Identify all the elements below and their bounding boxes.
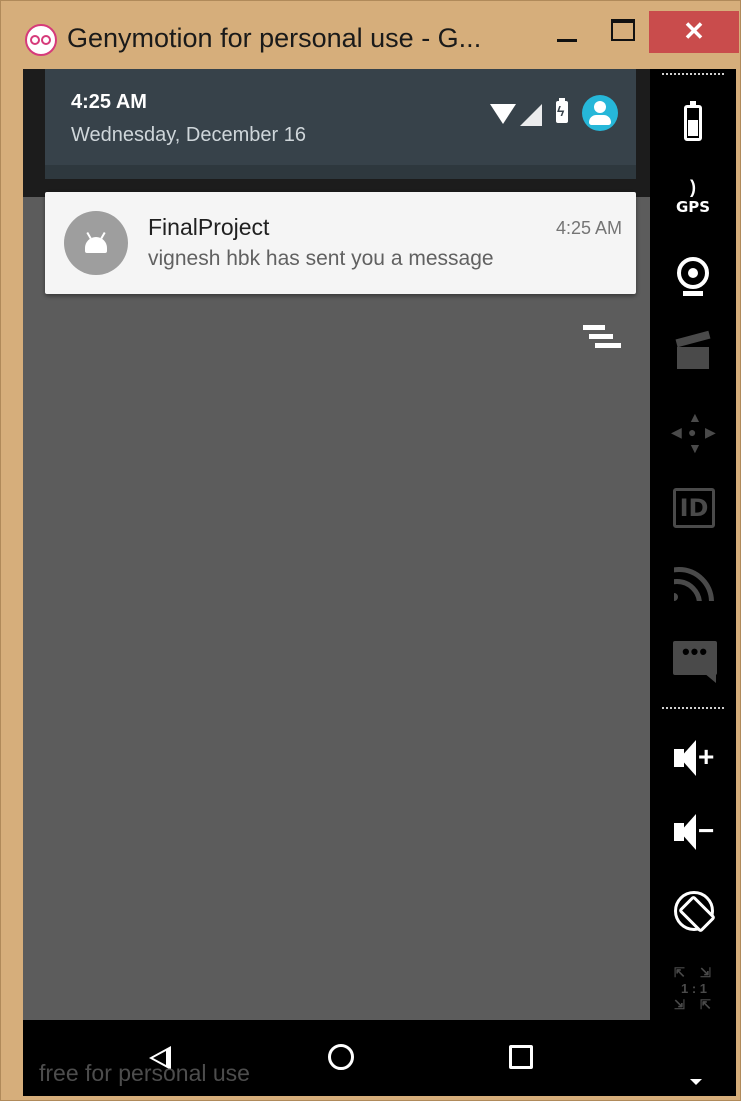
- window-title: Genymotion for personal use - G...: [67, 23, 482, 53]
- device-screen[interactable]: 4:25 AM Wednesday, December 16 FinalProj…: [23, 69, 650, 1020]
- battery-widget-button[interactable]: [668, 99, 718, 149]
- recents-icon[interactable]: [509, 1045, 533, 1069]
- notification-app-name: FinalProject: [148, 214, 270, 240]
- title-bar[interactable]: Genymotion for personal use - G... ✕: [1, 1, 741, 69]
- clear-all-icon[interactable]: [583, 325, 623, 353]
- webcam-widget-button[interactable]: [668, 253, 718, 303]
- device-id-icon: ID: [673, 488, 715, 528]
- notification-message: vignesh hbk has sent you a message: [148, 247, 494, 270]
- status-icons: [490, 95, 618, 133]
- watermark-text: free for personal use: [39, 1060, 250, 1086]
- sms-widget-button[interactable]: •••: [668, 637, 718, 687]
- signal-icon: [520, 104, 542, 126]
- dpad-widget-button[interactable]: ▲ ▼ ◀ ▶ ●: [668, 407, 718, 457]
- battery-icon: [684, 101, 702, 141]
- user-avatar-icon[interactable]: [582, 95, 618, 131]
- android-app-icon: [64, 211, 128, 275]
- maximize-icon[interactable]: [598, 9, 646, 53]
- sms-icon: •••: [673, 641, 717, 675]
- gps-icon: ): [690, 177, 696, 197]
- battery-charging-icon: [556, 98, 568, 123]
- genymotion-window: Genymotion for personal use - G... ✕ 4:2…: [0, 0, 741, 1101]
- volume-up-icon: [680, 740, 696, 776]
- toolbar-divider-2: [662, 707, 724, 709]
- shade-date: Wednesday, December 16: [71, 124, 306, 146]
- scale-icon: ⇱ ⇲ 1 : 1 ⇲ ⇱: [674, 965, 711, 1012]
- genymotion-toolbar: ) GPS ▲ ▼ ◀ ▶ ● ID ••• + − ⇱ ⇲ 1: 1 ⇲ ⇱: [650, 69, 736, 1096]
- gps-widget-button[interactable]: ) GPS: [668, 177, 718, 227]
- dpad-icon: ▲ ▼ ◀ ▶ ●: [671, 409, 716, 456]
- notification-time: 4:25 AM: [555, 218, 622, 238]
- scale-button[interactable]: ⇱ ⇲ 1 : 1 ⇲ ⇱: [668, 963, 718, 1013]
- volume-down-icon: [680, 814, 696, 850]
- volume-up-button[interactable]: +: [668, 737, 718, 787]
- volume-down-button[interactable]: −: [668, 811, 718, 861]
- notification-shade-header[interactable]: 4:25 AM Wednesday, December 16: [45, 69, 636, 179]
- navigation-bar: free for personal use: [23, 1020, 650, 1096]
- capture-icon: [677, 347, 709, 369]
- chevron-down-icon[interactable]: [690, 1079, 702, 1085]
- gps-label: GPS: [675, 198, 711, 216]
- close-icon: ✕: [683, 16, 705, 46]
- close-button[interactable]: ✕: [649, 11, 739, 53]
- minimize-icon[interactable]: [543, 9, 591, 53]
- shade-divider: [45, 165, 636, 179]
- shade-time: 4:25 AM: [71, 91, 147, 113]
- rotate-icon: [674, 891, 714, 931]
- cast-widget-button[interactable]: [668, 559, 718, 609]
- rotate-button[interactable]: [668, 887, 718, 937]
- toolbar-divider: [662, 73, 724, 75]
- notification-card[interactable]: FinalProject 4:25 AM vignesh hbk has sen…: [45, 192, 636, 294]
- device-id-widget-button[interactable]: ID: [668, 483, 718, 533]
- capture-widget-button[interactable]: [668, 329, 718, 379]
- wifi-icon: [490, 104, 516, 124]
- genymotion-logo-icon: [25, 24, 57, 56]
- home-icon[interactable]: [328, 1044, 354, 1070]
- webcam-icon: [677, 257, 709, 289]
- cast-icon: [674, 561, 714, 601]
